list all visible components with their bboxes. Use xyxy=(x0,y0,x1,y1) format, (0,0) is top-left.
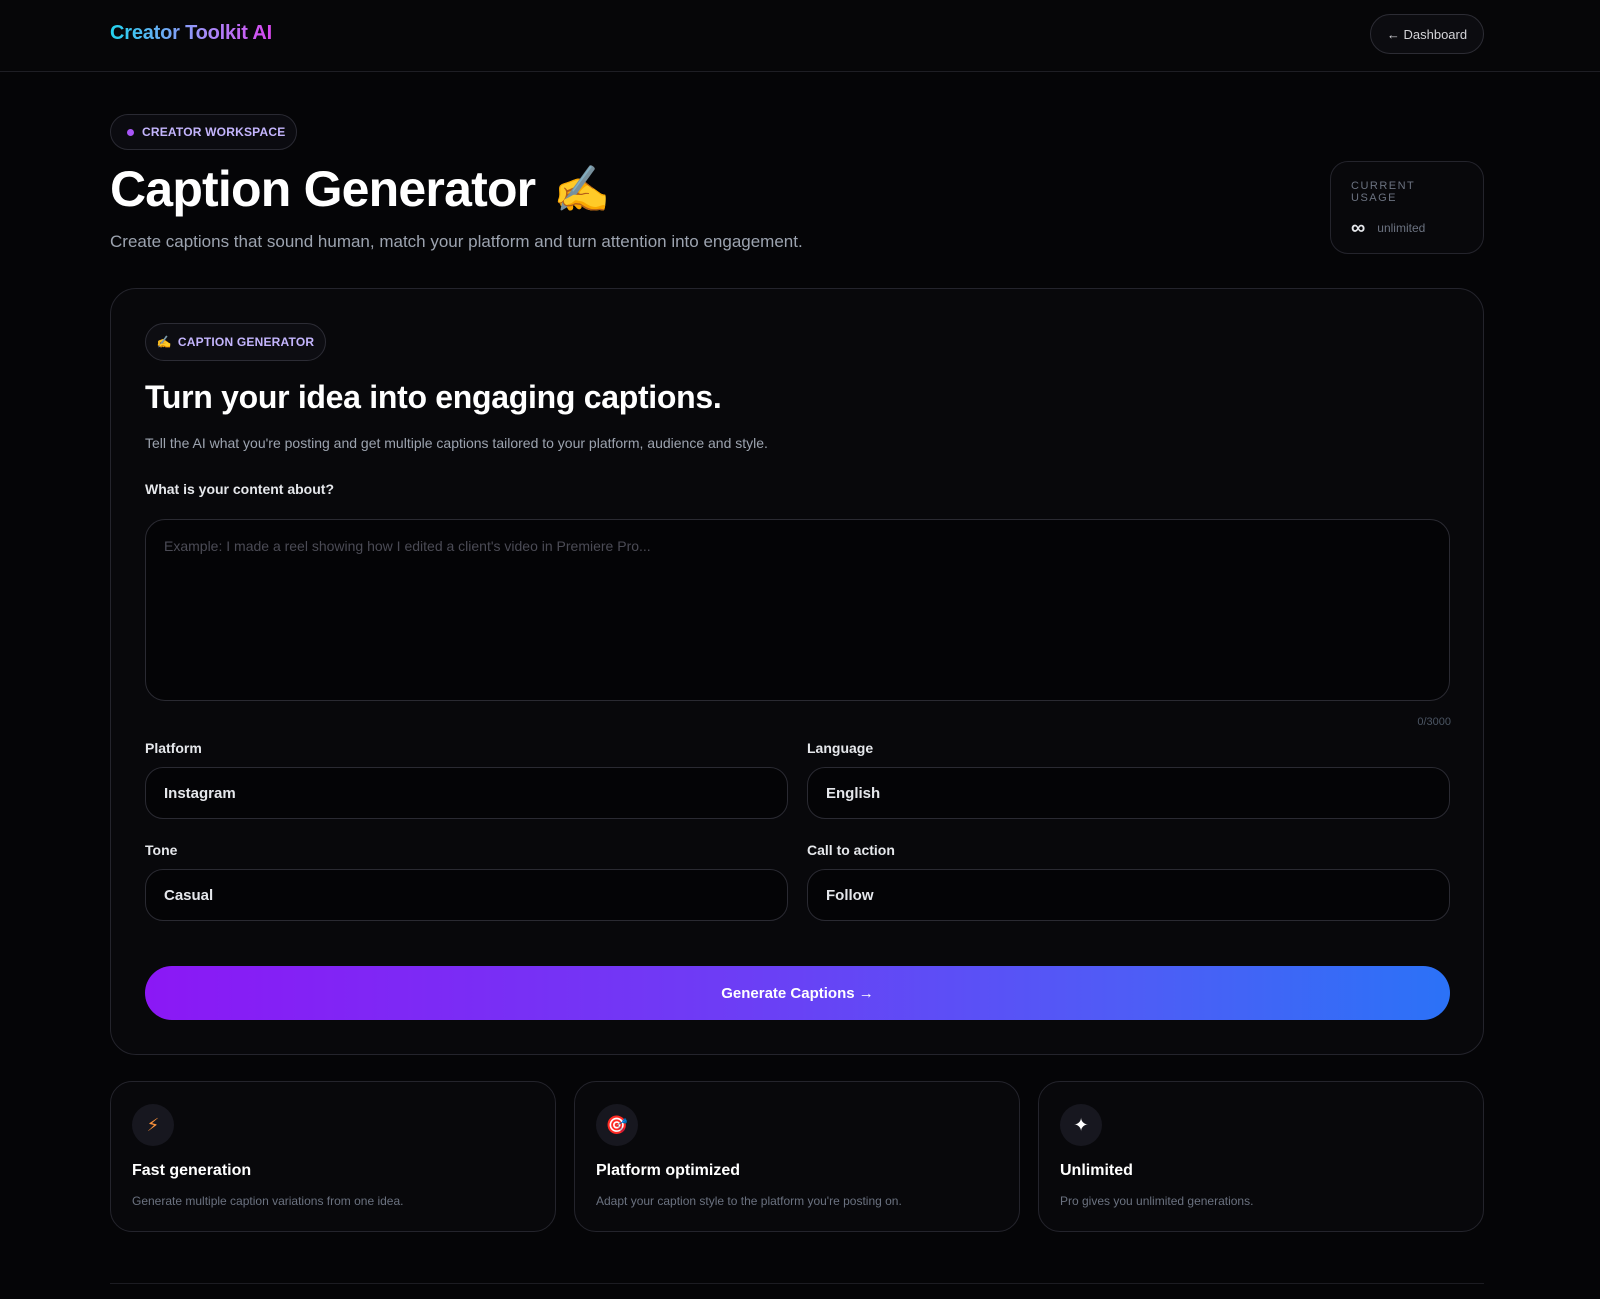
writing-hand-icon: ✍️ xyxy=(553,162,610,215)
top-navbar: Creator Toolkit AI ← Dashboard xyxy=(0,0,1600,72)
cta-label: Call to action xyxy=(807,842,895,858)
dashboard-button[interactable]: ← Dashboard xyxy=(1370,14,1484,54)
page-subtitle: Create captions that sound human, match … xyxy=(110,232,803,251)
usage-label: CURRENT USAGE xyxy=(1351,180,1416,204)
content-label: What is your content about? xyxy=(145,481,334,497)
feature-card-unlimited: ✦ Unlimited Pro gives you unlimited gene… xyxy=(1038,1081,1484,1232)
card-subtitle: Tell the AI what you're posting and get … xyxy=(145,435,768,451)
usage-value: unlimited xyxy=(1377,221,1426,235)
character-counter: 0/3000 xyxy=(1417,716,1451,728)
language-select-value: English xyxy=(826,784,881,802)
platform-label: Platform xyxy=(145,740,202,756)
target-icon: 🎯 xyxy=(596,1104,638,1146)
workspace-badge-label: CREATOR WORKSPACE xyxy=(142,125,286,139)
card-title: Turn your idea into engaging captions. xyxy=(145,379,722,415)
infinity-icon: ∞ xyxy=(1351,217,1366,239)
caption-generator-badge-label: CAPTION GENERATOR xyxy=(177,335,315,349)
feature-card-fast-generation: ⚡ Fast generation Generate multiple capt… xyxy=(110,1081,556,1232)
tone-select[interactable]: Casual xyxy=(145,869,788,921)
platform-select[interactable]: Instagram xyxy=(145,767,788,819)
lightning-icon: ⚡ xyxy=(132,1104,174,1146)
content-textarea[interactable] xyxy=(145,519,1450,701)
brand-logo[interactable]: Creator Toolkit AI xyxy=(110,22,272,45)
usage-row: ∞ unlimited xyxy=(1351,218,1463,238)
feature-title: Fast generation xyxy=(132,1162,252,1179)
status-dot-icon xyxy=(127,128,134,136)
workspace-badge: CREATOR WORKSPACE xyxy=(110,114,297,150)
sparkle-icon: ✦ xyxy=(1060,1104,1102,1146)
caption-generator-badge: ✍️ CAPTION GENERATOR xyxy=(145,323,326,361)
language-label: Language xyxy=(807,740,874,756)
writing-hand-icon: ✍️ xyxy=(156,335,172,349)
cta-select-value: Follow xyxy=(826,886,874,904)
feature-description: Pro gives you unlimited generations. xyxy=(1060,1194,1254,1208)
feature-title: Unlimited xyxy=(1060,1162,1133,1179)
footer-divider xyxy=(110,1283,1484,1284)
usage-card: CURRENT USAGE ∞ unlimited xyxy=(1330,161,1484,254)
language-select[interactable]: English xyxy=(807,767,1450,819)
tone-select-value: Casual xyxy=(164,886,214,904)
page-title-text: Caption Generator xyxy=(110,161,536,217)
generate-captions-button[interactable]: Generate Captions → xyxy=(145,966,1450,1020)
tone-label: Tone xyxy=(145,842,178,858)
feature-description: Adapt your caption style to the platform… xyxy=(596,1194,902,1208)
page-title: Caption Generator ✍️ xyxy=(110,160,611,218)
feature-card-platform-optimized: 🎯 Platform optimized Adapt your caption … xyxy=(574,1081,1020,1232)
feature-title: Platform optimized xyxy=(596,1162,741,1179)
cta-select[interactable]: Follow xyxy=(807,869,1450,921)
platform-select-value: Instagram xyxy=(164,784,236,802)
caption-generator-card: ✍️ CAPTION GENERATOR Turn your idea into… xyxy=(110,288,1484,1055)
feature-description: Generate multiple caption variations fro… xyxy=(132,1194,404,1208)
